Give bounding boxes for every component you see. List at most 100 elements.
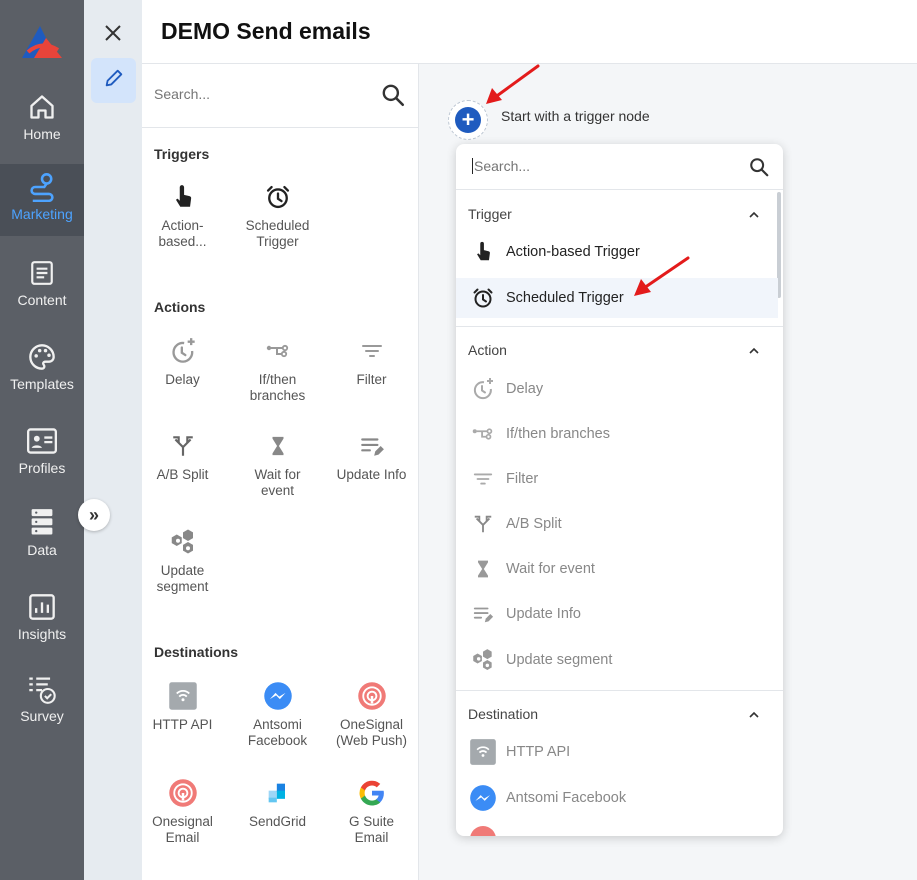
nav-label: Content (17, 292, 67, 308)
palette-item-if-then[interactable]: If/then branches (230, 334, 325, 404)
survey-icon (27, 674, 57, 704)
palette-item-onesignal-email[interactable]: Onesignal Email (142, 776, 230, 846)
close-icon[interactable] (102, 22, 124, 44)
palette-item-filter[interactable]: Filter (324, 334, 419, 388)
onesignal-icon (324, 679, 419, 713)
palette-item-antsomi-facebook[interactable]: Antsomi Facebook (230, 679, 325, 749)
profile-card-icon (27, 426, 57, 456)
editor-toolbar (84, 0, 142, 880)
dropdown-item-update-info[interactable]: Update Info (456, 594, 778, 634)
palette-item-delay[interactable]: Delay (142, 334, 230, 388)
nav-label: Marketing (11, 206, 73, 222)
google-icon (324, 776, 419, 810)
node-palette: Triggers Action- based... Scheduled Trig… (142, 64, 419, 880)
node-picker-dropdown: Trigger Action-based Trigger Scheduled T… (456, 144, 783, 836)
dropdown-search-input[interactable] (472, 158, 712, 174)
dropdown-item-label: Antsomi Facebook (506, 790, 627, 806)
palette-item-onesignal-webpush[interactable]: OneSignal (Web Push) (324, 679, 419, 749)
nav-item-content[interactable]: Content (0, 250, 84, 322)
dropdown-item-ab-split[interactable]: A/B Split (456, 504, 778, 544)
palette-item-update-segment[interactable]: Update segment (142, 525, 230, 595)
group-title-destination: Destination (468, 706, 539, 722)
http-api-icon (456, 738, 506, 766)
hourglass-icon (456, 557, 506, 581)
dropdown-item-label: Update segment (506, 652, 613, 668)
page-header: DEMO Send emails (142, 0, 917, 64)
nav-item-insights[interactable]: Insights (0, 584, 84, 656)
search-icon[interactable] (380, 82, 406, 108)
branch-icon (230, 334, 325, 368)
sendgrid-icon (230, 776, 325, 810)
alarm-clock-icon (230, 180, 325, 214)
chart-icon (27, 592, 57, 622)
dropdown-item-label: Action-based Trigger (506, 244, 640, 260)
onesignal-icon (142, 776, 230, 810)
nav-item-templates[interactable]: Templates (0, 334, 84, 406)
palette-item-action-based[interactable]: Action- based... (142, 180, 230, 250)
palette-item-scheduled-trigger[interactable]: Scheduled Trigger (230, 180, 325, 250)
palette-item-label: Update segment (156, 563, 209, 594)
group-title-action: Action (468, 342, 507, 358)
dropdown-item-wait-for-event[interactable]: Wait for event (456, 549, 778, 589)
palette-item-gsuite-email[interactable]: G Suite Email (324, 776, 419, 846)
dropdown-item-if-then[interactable]: If/then branches (456, 414, 778, 454)
app-logo[interactable] (20, 22, 64, 62)
nav-label: Profiles (18, 460, 66, 476)
palette-search-input[interactable] (154, 86, 354, 102)
palette-item-label: Delay (165, 372, 200, 387)
pencil-icon (103, 67, 125, 94)
palette-item-label: If/then branches (249, 372, 306, 403)
nav-label: Survey (20, 708, 64, 724)
nav-item-data[interactable]: Data (0, 500, 84, 572)
filter-lines-icon (456, 468, 506, 490)
chevron-up-icon[interactable] (746, 707, 762, 723)
segment-icon (142, 525, 230, 559)
split-icon (142, 429, 230, 463)
hourglass-icon (230, 429, 325, 463)
palette-item-label: SendGrid (248, 814, 307, 829)
hand-pointer-icon (456, 239, 506, 265)
palette-item-label: Antsomi Facebook (247, 717, 308, 748)
database-icon (27, 508, 57, 538)
divider (456, 690, 783, 691)
edit-button[interactable] (91, 58, 136, 103)
palette-item-sendgrid[interactable]: SendGrid (230, 776, 325, 830)
dropdown-item-action-based-trigger[interactable]: Action-based Trigger (456, 232, 778, 272)
nav-label: Insights (17, 626, 67, 642)
nav-item-marketing[interactable]: Marketing (0, 164, 84, 236)
section-title-destinations: Destinations (154, 644, 239, 660)
dropdown-item-label: Wait for event (506, 561, 595, 577)
dropdown-item-http-api[interactable]: HTTP API (456, 732, 778, 772)
dropdown-item-scheduled-trigger[interactable]: Scheduled Trigger (456, 278, 778, 318)
plus-icon: + (455, 107, 481, 133)
palette-item-ab-split[interactable]: A/B Split (142, 429, 230, 483)
dropdown-item-delay[interactable]: Delay (456, 369, 778, 409)
add-trigger-node-button[interactable]: + (448, 100, 488, 140)
canvas-hint: Start with a trigger node (501, 108, 650, 124)
palette-item-label: Filter (356, 372, 387, 387)
palette-item-wait-for-event[interactable]: Wait for event (230, 429, 325, 499)
expand-panel-button[interactable]: » (78, 499, 110, 531)
filter-lines-icon (324, 334, 419, 368)
double-chevron-right-icon: » (88, 504, 99, 525)
dropdown-item-update-segment[interactable]: Update segment (456, 640, 778, 680)
dropdown-item-filter[interactable]: Filter (456, 459, 778, 499)
segment-icon (456, 647, 506, 673)
chevron-up-icon[interactable] (746, 207, 762, 223)
delay-clock-icon (142, 334, 230, 368)
palette-item-http-api[interactable]: HTTP API (142, 679, 230, 733)
messenger-icon (230, 679, 325, 713)
palette-item-label: Update Info (336, 467, 407, 482)
dropdown-item-label: A/B Split (506, 516, 562, 532)
dropdown-item-antsomi-facebook[interactable]: Antsomi Facebook (456, 778, 778, 818)
search-icon[interactable] (748, 156, 770, 178)
palette-item-update-info[interactable]: Update Info (324, 429, 418, 483)
nav-item-survey[interactable]: Survey (0, 666, 84, 738)
nav-item-profiles[interactable]: Profiles (0, 418, 84, 490)
page-title: DEMO Send emails (161, 18, 371, 44)
dropdown-item-label: Scheduled Trigger (506, 290, 624, 306)
dropdown-item-label: Filter (506, 471, 539, 487)
palette-item-label: Scheduled Trigger (245, 218, 310, 249)
nav-item-home[interactable]: Home (0, 84, 84, 156)
chevron-up-icon[interactable] (746, 343, 762, 359)
